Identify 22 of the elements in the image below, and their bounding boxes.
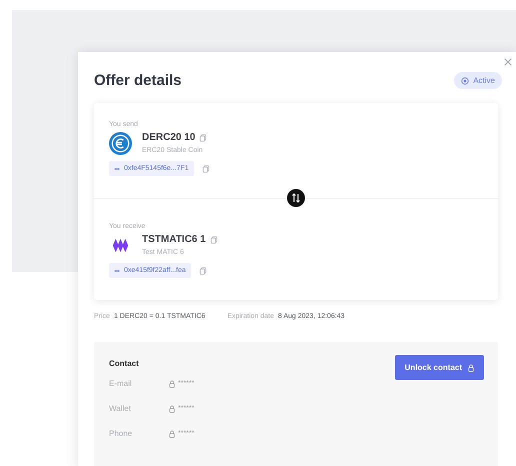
token-amount: TSTMATIC6 1 [142,234,206,245]
swap-icon[interactable] [287,189,305,207]
lock-icon [169,404,175,412]
lock-icon [169,430,175,438]
contact-title: Contact [109,359,140,368]
copy-icon[interactable] [199,134,208,142]
eye-icon [114,166,120,170]
field-label: Wallet [109,404,132,413]
copy-icon[interactable] [198,266,207,274]
field-label: Phone [109,429,134,438]
lock-icon [468,364,474,372]
euro-coin-icon [109,132,132,155]
copy-icon[interactable] [202,164,210,172]
copy-icon[interactable] [210,236,218,244]
field-label: E-mail [109,379,133,388]
close-icon[interactable] [504,58,512,66]
modal-title: Offer details [94,72,182,89]
lock-icon [169,380,175,388]
eye-icon [114,268,120,272]
unlock-contact-button[interactable]: Unlock contact [394,355,484,380]
status-badge: Active [454,72,502,89]
token-amount: DERC20 10 [142,132,196,143]
